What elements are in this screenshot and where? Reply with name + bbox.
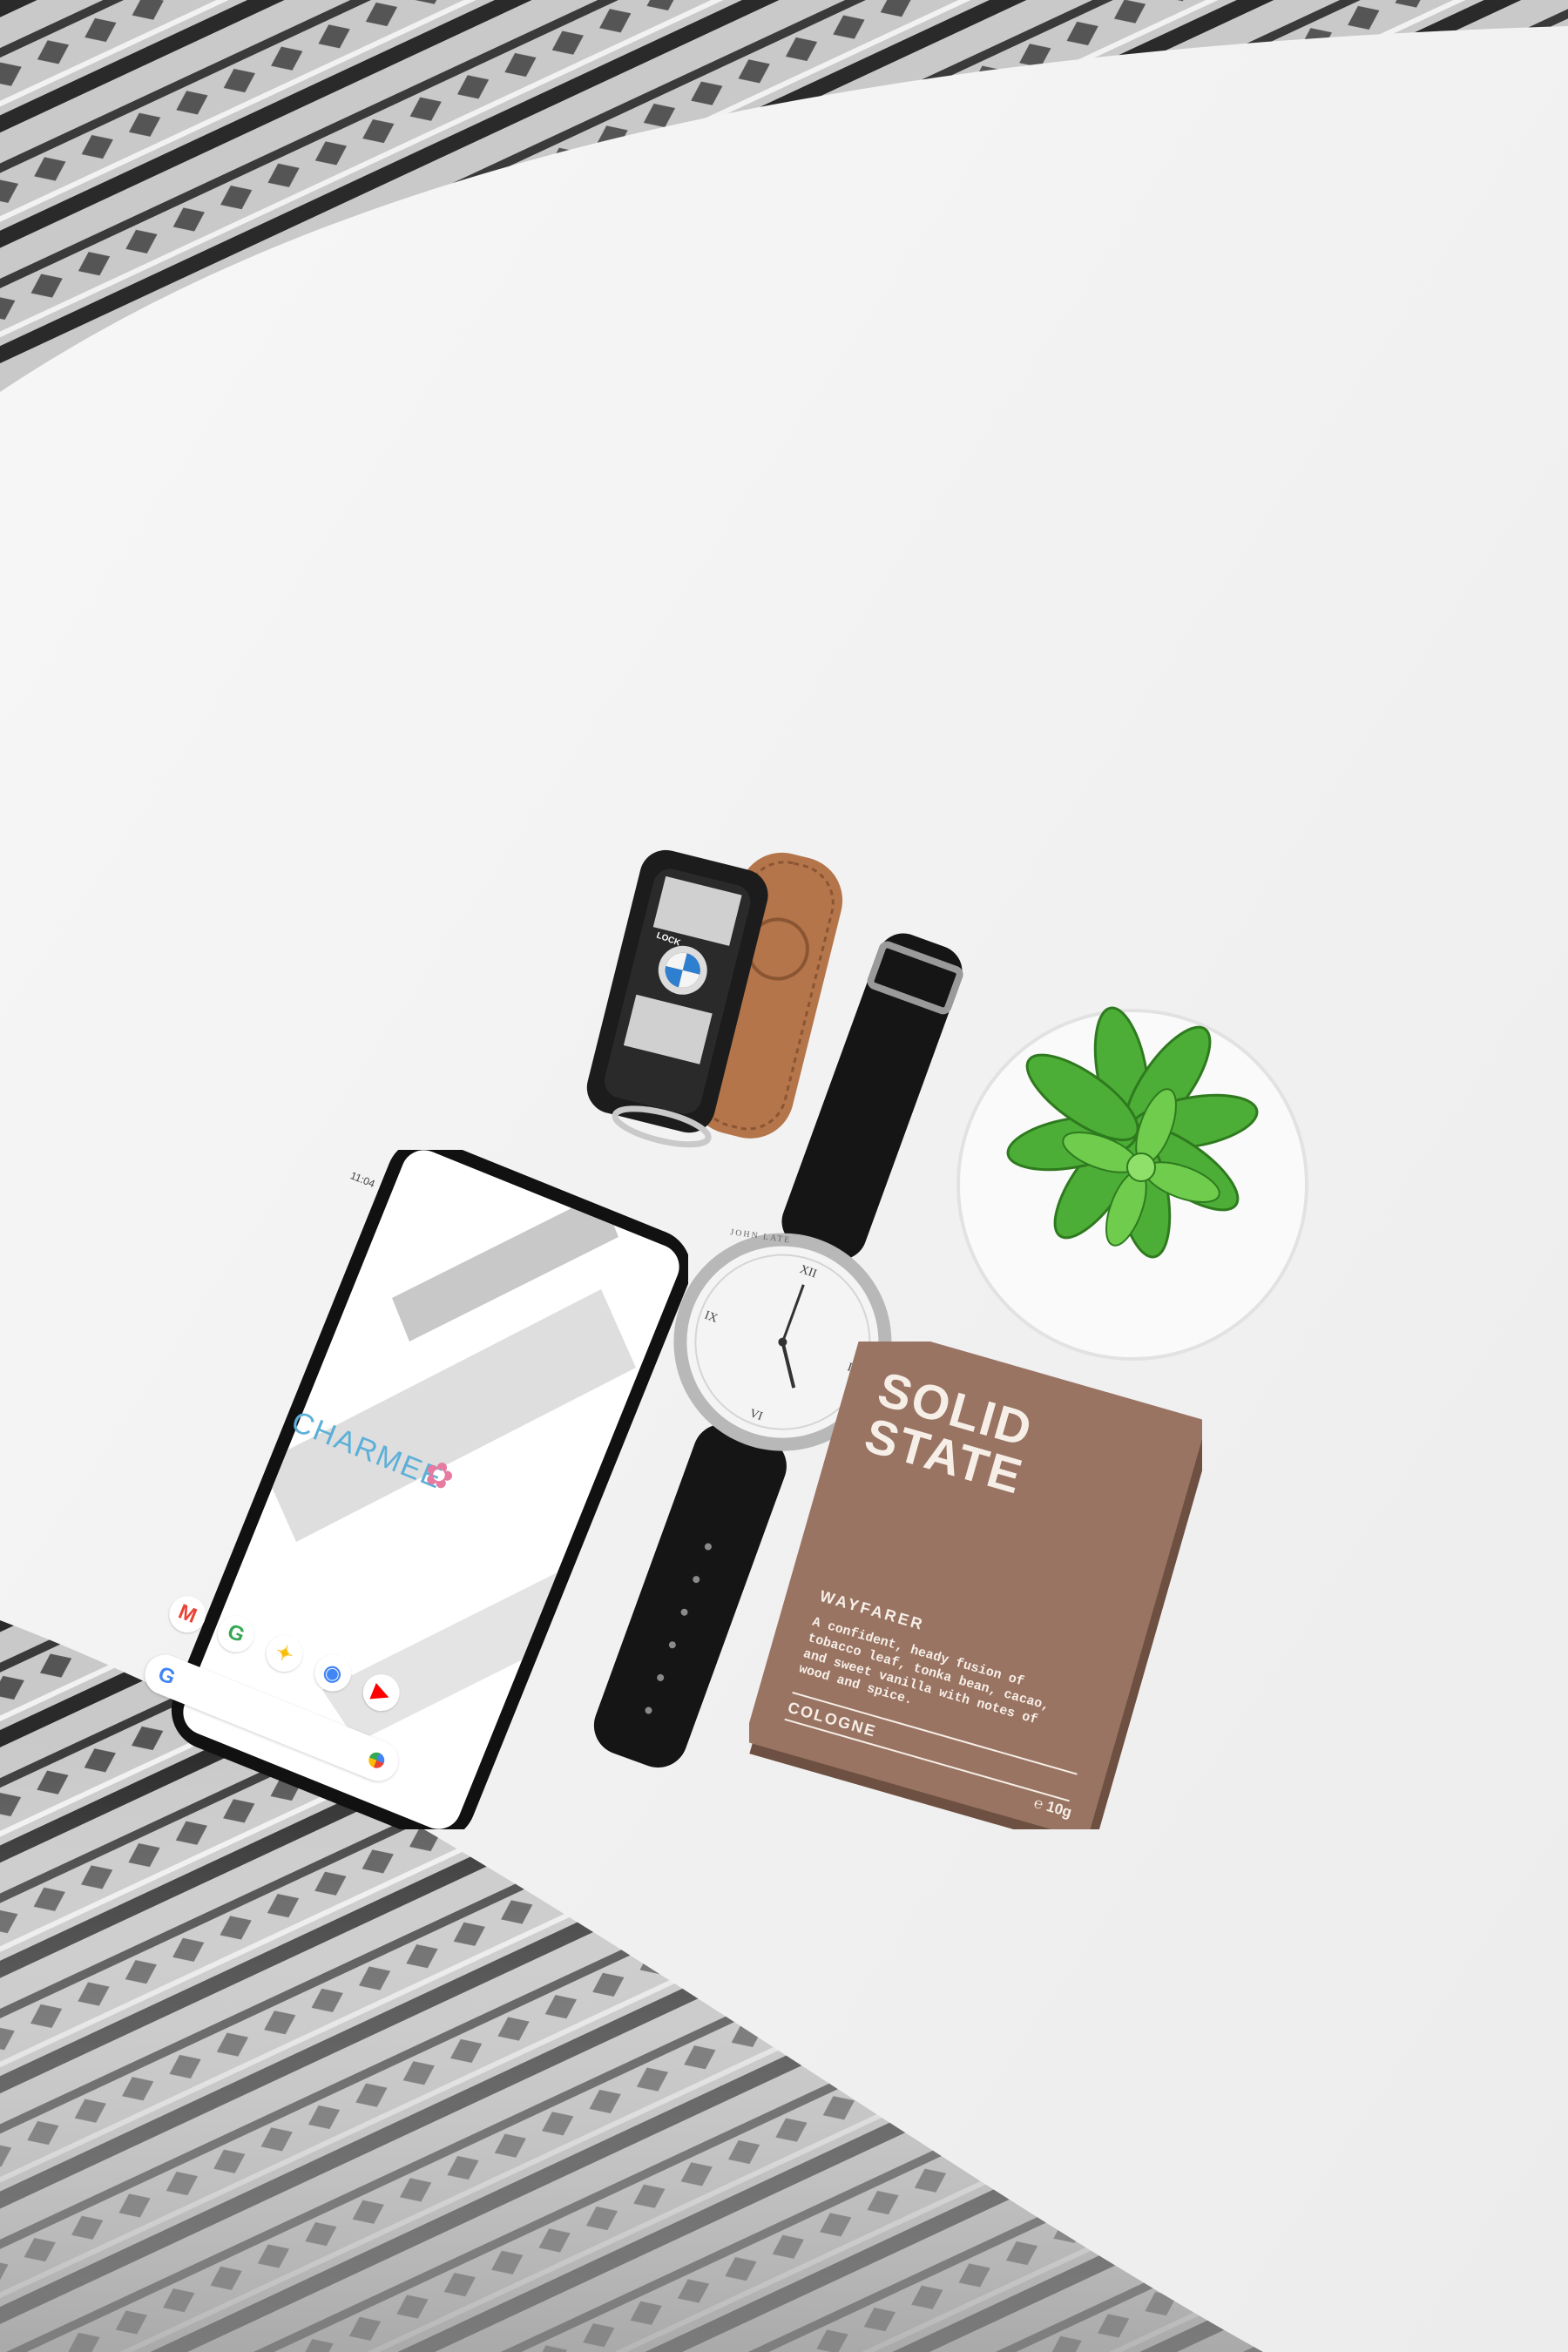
chrome-icon[interactable]: ◉ <box>308 1649 357 1697</box>
box-weight: ℮ 10g <box>1031 1794 1074 1821</box>
google-g-icon: G <box>154 1661 179 1690</box>
youtube-icon[interactable]: ▶ <box>357 1668 406 1717</box>
box-brand-title: SOLID STATE <box>859 1361 1041 1504</box>
assistant-mic-icon[interactable] <box>366 1749 387 1771</box>
smartphone: 11:04 CHARMEE ✿ M G ✦ ◉ ▶ G <box>139 1150 688 1829</box>
photos-icon[interactable]: ✦ <box>260 1629 308 1678</box>
cologne-box: SOLID STATE WAYFARER A confident, heady … <box>749 1342 1202 1829</box>
maps-icon[interactable]: G <box>212 1610 260 1659</box>
status-bar-time: 11:04 <box>348 1169 377 1191</box>
product-flatlay-scene: LOCK XIIVI IIIIX JOHN LATE <box>0 0 1568 2352</box>
gmail-icon[interactable]: M <box>163 1590 212 1639</box>
succulent-plant-pot <box>956 1006 1308 1361</box>
